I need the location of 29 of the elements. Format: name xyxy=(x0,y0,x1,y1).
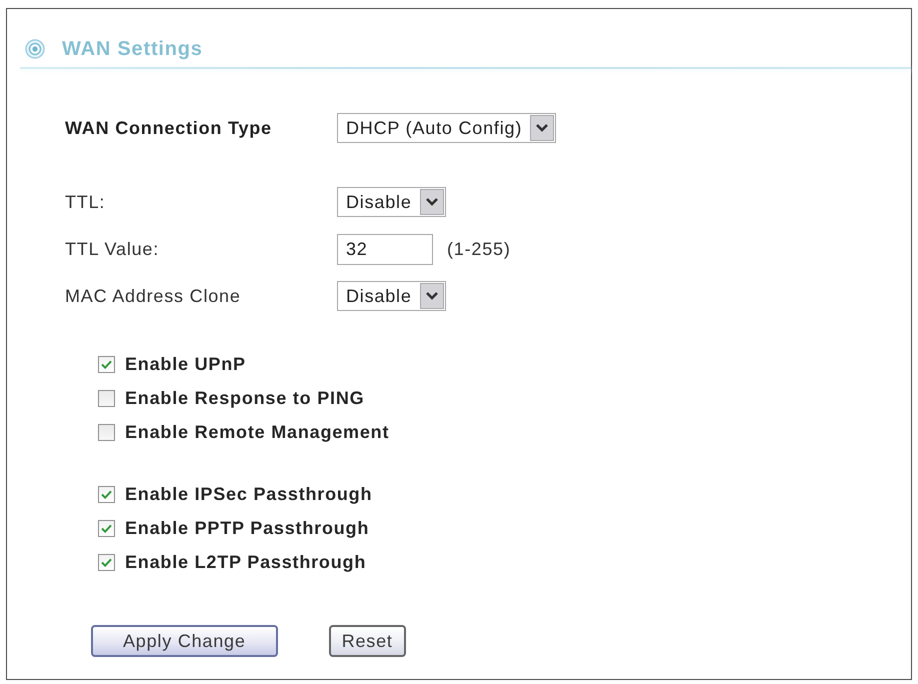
dropdown-select[interactable]: DHCP (Auto Config) xyxy=(337,113,556,143)
checkbox-label: Enable PPTP Passthrough xyxy=(125,518,370,538)
checkmark-icon xyxy=(101,524,112,532)
dropdown-select[interactable]: Disable xyxy=(337,281,446,311)
ttl-value-field[interactable]: 32 xyxy=(337,234,433,265)
checkbox[interactable] xyxy=(98,356,115,372)
target-icon xyxy=(25,39,45,59)
checkbox[interactable] xyxy=(98,424,115,440)
checkbox[interactable] xyxy=(98,486,115,502)
checkbox-label: Enable UPnP xyxy=(125,354,246,374)
checkmark-icon xyxy=(101,558,112,566)
field-label: TTL Value: xyxy=(65,239,160,260)
checkbox[interactable] xyxy=(98,520,115,536)
dropdown-select[interactable]: Disable xyxy=(337,187,446,217)
checkbox[interactable] xyxy=(98,390,115,406)
checkbox-label: Enable Remote Management xyxy=(125,422,390,442)
field-label: TTL: xyxy=(65,192,106,212)
checkbox-label: Enable IPSec Passthrough xyxy=(125,484,372,504)
checkmark-icon xyxy=(101,490,112,498)
checkmark-icon xyxy=(101,360,112,368)
field-label: MAC Address Clone xyxy=(65,286,241,306)
checkbox[interactable] xyxy=(98,554,115,570)
field-label: WAN Connection Type xyxy=(65,118,272,138)
form-button[interactable]: Apply Change xyxy=(91,625,278,657)
form-button[interactable]: Reset xyxy=(328,625,406,657)
range-note: (1-255) xyxy=(447,239,511,260)
checkbox-label: Enable L2TP Passthrough xyxy=(125,552,366,572)
checkbox-label: Enable Response to PING xyxy=(125,388,364,408)
panel-title: WAN Settings xyxy=(62,37,203,61)
